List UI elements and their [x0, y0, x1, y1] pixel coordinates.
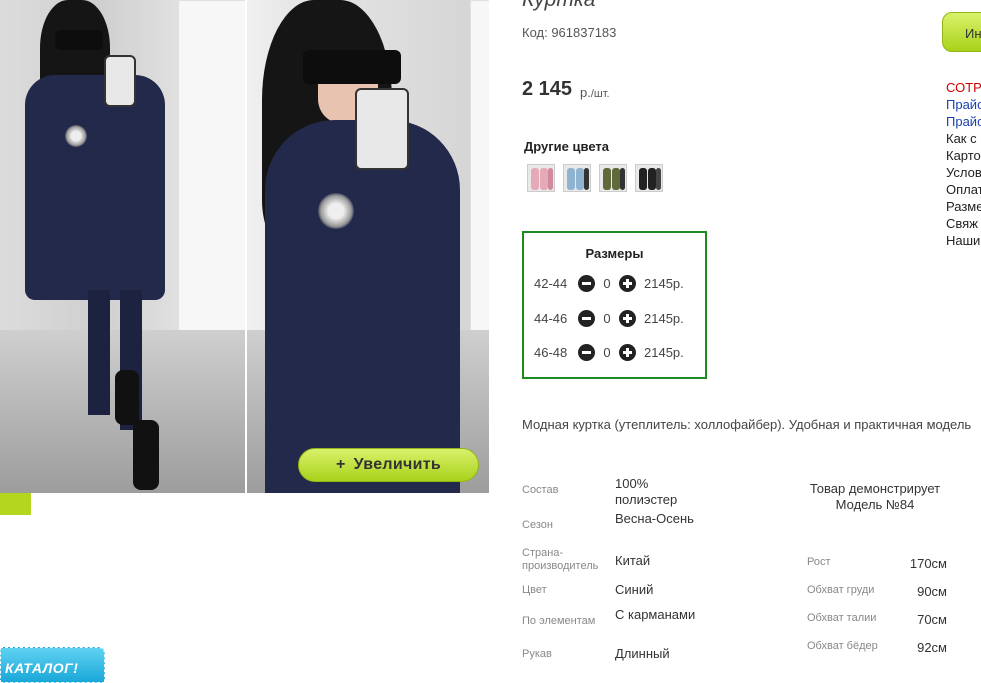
color-swatch-black[interactable] [635, 164, 663, 192]
measurement-row: Рост 170см [807, 556, 947, 571]
spec-key: Цвет [522, 584, 547, 596]
measurement-key: Обхват талии [807, 612, 877, 624]
spec-row: Состав 100% полиэстер [522, 476, 705, 508]
zoom-button[interactable]: + Увеличить [298, 448, 479, 482]
model-caption: Товар демонстрирует Модель №84 [809, 481, 941, 512]
measurement-row: Обхват бёдер 92см [807, 640, 947, 655]
spec-value: Длинный [615, 646, 670, 661]
sizes-panel: Размеры 42-44 0 2145р. 44-46 0 2145р. 46… [522, 231, 707, 379]
spec-value: 100% полиэстер [615, 476, 678, 507]
coat [265, 120, 460, 493]
quantity-value[interactable]: 0 [595, 311, 619, 326]
sizes-title: Размеры [585, 246, 644, 261]
info-link[interactable]: Прайс [946, 113, 981, 130]
zoom-button-label: Увеличить [353, 456, 442, 473]
size-row: 44-46 0 2145р. [534, 310, 684, 327]
info-link[interactable]: Карто [946, 147, 981, 164]
size-label: 44-46 [534, 311, 568, 326]
size-label: 46-48 [534, 345, 568, 360]
minus-icon[interactable] [578, 344, 595, 361]
spec-value: С карманами [615, 607, 696, 622]
quantity-value[interactable]: 0 [595, 276, 619, 291]
sunglasses [303, 50, 401, 84]
size-label: 42-44 [534, 276, 568, 291]
spec-row: Страна-производитель Китай [522, 547, 705, 573]
spec-value: Весна-Осень [615, 511, 694, 526]
info-links: СОТР Прайс Прайс Как с Карто Услов Оплат… [946, 79, 981, 249]
plus-icon[interactable] [619, 310, 636, 327]
measurement-key: Рост [807, 556, 831, 568]
measurement-row: Обхват груди 90см [807, 584, 947, 599]
info-link[interactable]: Прайс [946, 96, 981, 113]
phone [104, 55, 136, 107]
size-price: 2145р. [644, 276, 684, 291]
spec-row: Цвет Синий [522, 582, 705, 598]
photo-divider [245, 0, 247, 493]
boot [115, 370, 139, 425]
measurement-value: 70см [917, 612, 947, 627]
spec-key: Сезон [522, 519, 553, 531]
info-link[interactable]: Разме [946, 198, 981, 215]
size-price: 2145р. [644, 311, 684, 326]
size-row: 42-44 0 2145р. [534, 275, 684, 292]
info-link[interactable]: Наши [946, 232, 981, 249]
product-code: Код: 961837183 [522, 25, 617, 40]
spec-key: Рукав [522, 648, 552, 660]
product-title: Куртка [522, 0, 595, 12]
leg [88, 290, 110, 415]
color-swatch-olive[interactable] [599, 164, 627, 192]
color-swatches [527, 164, 663, 192]
per-unit-label: /шт. [590, 88, 610, 100]
photo-thumb-accent[interactable] [0, 493, 31, 515]
measurement-key: Обхват груди [807, 584, 875, 596]
cart-button[interactable]: Ин [942, 12, 981, 52]
spec-key: Страна-производитель [522, 547, 599, 572]
boot [133, 420, 159, 490]
info-link[interactable]: Свяж [946, 215, 981, 232]
phone [355, 88, 409, 170]
size-row: 46-48 0 2145р. [534, 344, 684, 361]
coat [25, 75, 165, 300]
spec-row: Рукав Длинный [522, 646, 705, 662]
info-link[interactable]: Услов [946, 164, 981, 181]
minus-icon[interactable] [578, 275, 595, 292]
shelf [178, 0, 246, 342]
info-link[interactable]: СОТР [946, 79, 981, 96]
price-unit: р./шт. [580, 85, 610, 100]
currency-label: р. [580, 85, 591, 100]
spec-row: Сезон Весна-Осень [522, 511, 705, 532]
product-description: Модная куртка (утеплитель: холлофайбер).… [522, 417, 972, 432]
minus-icon[interactable] [578, 310, 595, 327]
plus-icon[interactable] [619, 275, 636, 292]
spec-key: Состав [522, 484, 559, 496]
spec-row: По элементам С карманами [522, 607, 705, 628]
spec-value: Синий [615, 582, 654, 597]
measurement-key: Обхват бёдер [807, 640, 878, 652]
other-colors-title: Другие цвета [524, 139, 609, 154]
measurement-value: 92см [917, 640, 947, 655]
brooch [318, 193, 354, 229]
color-swatch-blue[interactable] [563, 164, 591, 192]
color-swatch-pink[interactable] [527, 164, 555, 192]
info-link[interactable]: Оплат [946, 181, 981, 198]
measurement-row: Обхват талии 70см [807, 612, 947, 627]
product-photo[interactable]: + Увеличить [0, 0, 489, 493]
size-price: 2145р. [644, 345, 684, 360]
quantity-value[interactable]: 0 [595, 345, 619, 360]
product-price: 2 145 [522, 78, 573, 100]
catalog-badge[interactable]: КАТАЛОГ! [0, 647, 105, 683]
spec-key: По элементам [522, 615, 596, 627]
info-link[interactable]: Как с [946, 130, 981, 147]
brooch [65, 125, 87, 147]
plus-icon[interactable] [619, 344, 636, 361]
plus-icon: + [335, 456, 346, 473]
measurement-value: 170см [909, 556, 947, 571]
sunglasses [55, 30, 103, 50]
spec-value: Китай [615, 553, 651, 568]
measurement-value: 90см [917, 584, 947, 599]
